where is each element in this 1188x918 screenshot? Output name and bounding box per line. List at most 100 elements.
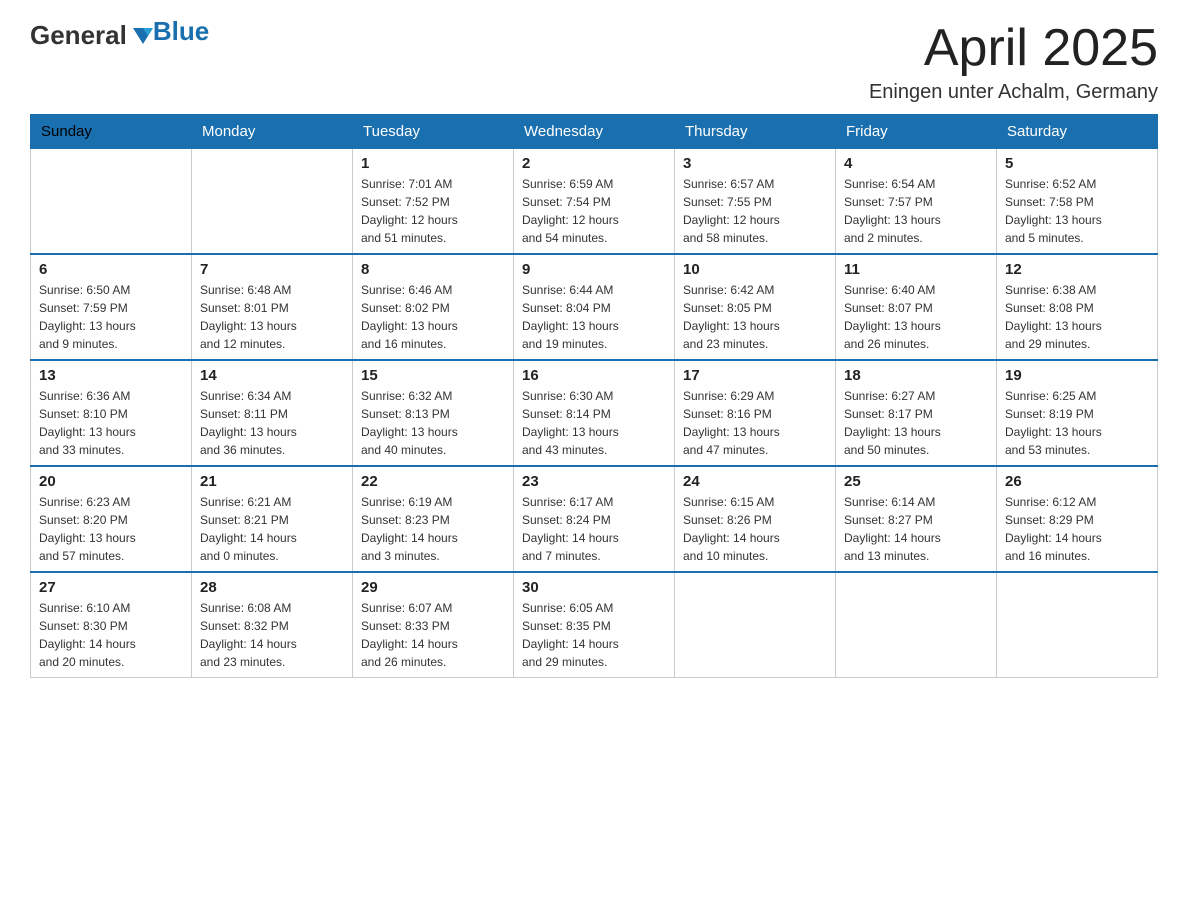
weekday-header-tuesday: Tuesday [353,115,514,149]
calendar-cell [997,572,1158,678]
calendar-cell: 26 Sunrise: 6:12 AMSunset: 8:29 PMDayligh… [997,466,1158,572]
day-number: 8 [361,261,505,278]
day-info: Sunrise: 6:54 AMSunset: 7:57 PMDaylight:… [844,175,988,247]
calendar-cell: 29Sunrise: 6:07 AMSunset: 8:33 PMDayligh… [353,572,514,678]
calendar-cell: 13 Sunrise: 6:36 AMSunset: 8:10 PMDayligh… [31,360,192,466]
day-info: Sunrise: 6:57 AMSunset: 7:55 PMDaylight:… [683,175,827,247]
day-number: 30 [522,579,666,596]
day-number: 20 [39,473,183,490]
calendar-cell: 9 Sunrise: 6:44 AMSunset: 8:04 PMDaylight… [514,254,675,360]
day-number: 24 [683,473,827,490]
day-number: 27 [39,579,183,596]
calendar-cell [192,149,353,255]
day-info: Sunrise: 6:50 AMSunset: 7:59 PMDaylight:… [39,281,183,353]
calendar-cell: 12 Sunrise: 6:38 AMSunset: 8:08 PMDayligh… [997,254,1158,360]
weekday-header-thursday: Thursday [675,115,836,149]
day-number: 9 [522,261,666,278]
calendar-cell: 20 Sunrise: 6:23 AMSunset: 8:20 PMDayligh… [31,466,192,572]
day-info: Sunrise: 6:21 AMSunset: 8:21 PMDaylight:… [200,493,344,565]
day-info: Sunrise: 6:48 AMSunset: 8:01 PMDaylight:… [200,281,344,353]
calendar-cell: 18 Sunrise: 6:27 AMSunset: 8:17 PMDayligh… [836,360,997,466]
calendar-table: SundayMondayTuesdayWednesdayThursdayFrid… [30,114,1158,678]
day-info: Sunrise: 6:38 AMSunset: 8:08 PMDaylight:… [1005,281,1149,353]
day-number: 10 [683,261,827,278]
month-title: April 2025 [869,20,1158,77]
calendar-cell: 7 Sunrise: 6:48 AMSunset: 8:01 PMDaylight… [192,254,353,360]
calendar-cell [31,149,192,255]
day-info: Sunrise: 6:15 AMSunset: 8:26 PMDaylight:… [683,493,827,565]
calendar-cell: 25Sunrise: 6:14 AMSunset: 8:27 PMDayligh… [836,466,997,572]
calendar-cell: 14 Sunrise: 6:34 AMSunset: 8:11 PMDayligh… [192,360,353,466]
day-info: Sunrise: 7:01 AMSunset: 7:52 PMDaylight:… [361,175,505,247]
day-number: 18 [844,367,988,384]
day-info: Sunrise: 6:07 AMSunset: 8:33 PMDaylight:… [361,599,505,671]
day-number: 14 [200,367,344,384]
day-number: 12 [1005,261,1149,278]
weekday-header-friday: Friday [836,115,997,149]
day-info: Sunrise: 6:44 AMSunset: 8:04 PMDaylight:… [522,281,666,353]
calendar-cell: 16 Sunrise: 6:30 AMSunset: 8:14 PMDayligh… [514,360,675,466]
day-number: 4 [844,155,988,172]
calendar-cell: 19 Sunrise: 6:25 AMSunset: 8:19 PMDayligh… [997,360,1158,466]
calendar-cell: 15 Sunrise: 6:32 AMSunset: 8:13 PMDayligh… [353,360,514,466]
calendar-cell: 22Sunrise: 6:19 AMSunset: 8:23 PMDayligh… [353,466,514,572]
calendar-cell: 24 Sunrise: 6:15 AMSunset: 8:26 PMDayligh… [675,466,836,572]
day-number: 21 [200,473,344,490]
calendar-cell: 21 Sunrise: 6:21 AMSunset: 8:21 PMDayligh… [192,466,353,572]
title-block: April 2025 Eningen unter Achalm, Germany [869,20,1158,104]
day-number: 23 [522,473,666,490]
calendar-cell [675,572,836,678]
weekday-header-sunday: Sunday [31,115,192,149]
day-number: 1 [361,155,505,172]
calendar-cell: 10 Sunrise: 6:42 AMSunset: 8:05 PMDayligh… [675,254,836,360]
day-info: Sunrise: 6:23 AMSunset: 8:20 PMDaylight:… [39,493,183,565]
day-info: Sunrise: 6:08 AMSunset: 8:32 PMDaylight:… [200,599,344,671]
day-info: Sunrise: 6:32 AMSunset: 8:13 PMDaylight:… [361,387,505,459]
day-number: 6 [39,261,183,278]
calendar-cell: 3 Sunrise: 6:57 AMSunset: 7:55 PMDaylight… [675,149,836,255]
day-number: 16 [522,367,666,384]
logo-general: General [30,20,127,51]
day-info: Sunrise: 6:10 AMSunset: 8:30 PMDaylight:… [39,599,183,671]
weekday-header-monday: Monday [192,115,353,149]
day-number: 2 [522,155,666,172]
day-number: 15 [361,367,505,384]
day-info: Sunrise: 6:34 AMSunset: 8:11 PMDaylight:… [200,387,344,459]
day-info: Sunrise: 6:40 AMSunset: 8:07 PMDaylight:… [844,281,988,353]
logo-blue: Blue [153,16,209,47]
day-number: 17 [683,367,827,384]
calendar-header-row: SundayMondayTuesdayWednesdayThursdayFrid… [31,115,1158,149]
calendar-week-row: 13 Sunrise: 6:36 AMSunset: 8:10 PMDayligh… [31,360,1158,466]
day-number: 19 [1005,367,1149,384]
weekday-header-wednesday: Wednesday [514,115,675,149]
day-info: Sunrise: 6:29 AMSunset: 8:16 PMDaylight:… [683,387,827,459]
day-number: 13 [39,367,183,384]
day-number: 3 [683,155,827,172]
calendar-cell [836,572,997,678]
day-info: Sunrise: 6:12 AMSunset: 8:29 PMDaylight:… [1005,493,1149,565]
day-number: 28 [200,579,344,596]
day-info: Sunrise: 6:59 AMSunset: 7:54 PMDaylight:… [522,175,666,247]
day-number: 5 [1005,155,1149,172]
day-number: 25 [844,473,988,490]
calendar-cell: 5Sunrise: 6:52 AMSunset: 7:58 PMDaylight… [997,149,1158,255]
calendar-cell: 17 Sunrise: 6:29 AMSunset: 8:16 PMDayligh… [675,360,836,466]
day-info: Sunrise: 6:19 AMSunset: 8:23 PMDaylight:… [361,493,505,565]
location-title: Eningen unter Achalm, Germany [869,81,1158,104]
calendar-cell: 23Sunrise: 6:17 AMSunset: 8:24 PMDayligh… [514,466,675,572]
calendar-week-row: 27 Sunrise: 6:10 AMSunset: 8:30 PMDayligh… [31,572,1158,678]
day-info: Sunrise: 6:36 AMSunset: 8:10 PMDaylight:… [39,387,183,459]
day-info: Sunrise: 6:30 AMSunset: 8:14 PMDaylight:… [522,387,666,459]
logo: General Blue [30,20,209,51]
calendar-cell: 27 Sunrise: 6:10 AMSunset: 8:30 PMDayligh… [31,572,192,678]
day-info: Sunrise: 6:42 AMSunset: 8:05 PMDaylight:… [683,281,827,353]
calendar-cell: 6 Sunrise: 6:50 AMSunset: 7:59 PMDaylight… [31,254,192,360]
calendar-cell: 8Sunrise: 6:46 AMSunset: 8:02 PMDaylight… [353,254,514,360]
day-info: Sunrise: 6:25 AMSunset: 8:19 PMDaylight:… [1005,387,1149,459]
day-number: 11 [844,261,988,278]
calendar-cell: 28 Sunrise: 6:08 AMSunset: 8:32 PMDayligh… [192,572,353,678]
calendar-week-row: 6 Sunrise: 6:50 AMSunset: 7:59 PMDaylight… [31,254,1158,360]
day-number: 26 [1005,473,1149,490]
day-info: Sunrise: 6:27 AMSunset: 8:17 PMDaylight:… [844,387,988,459]
day-number: 7 [200,261,344,278]
